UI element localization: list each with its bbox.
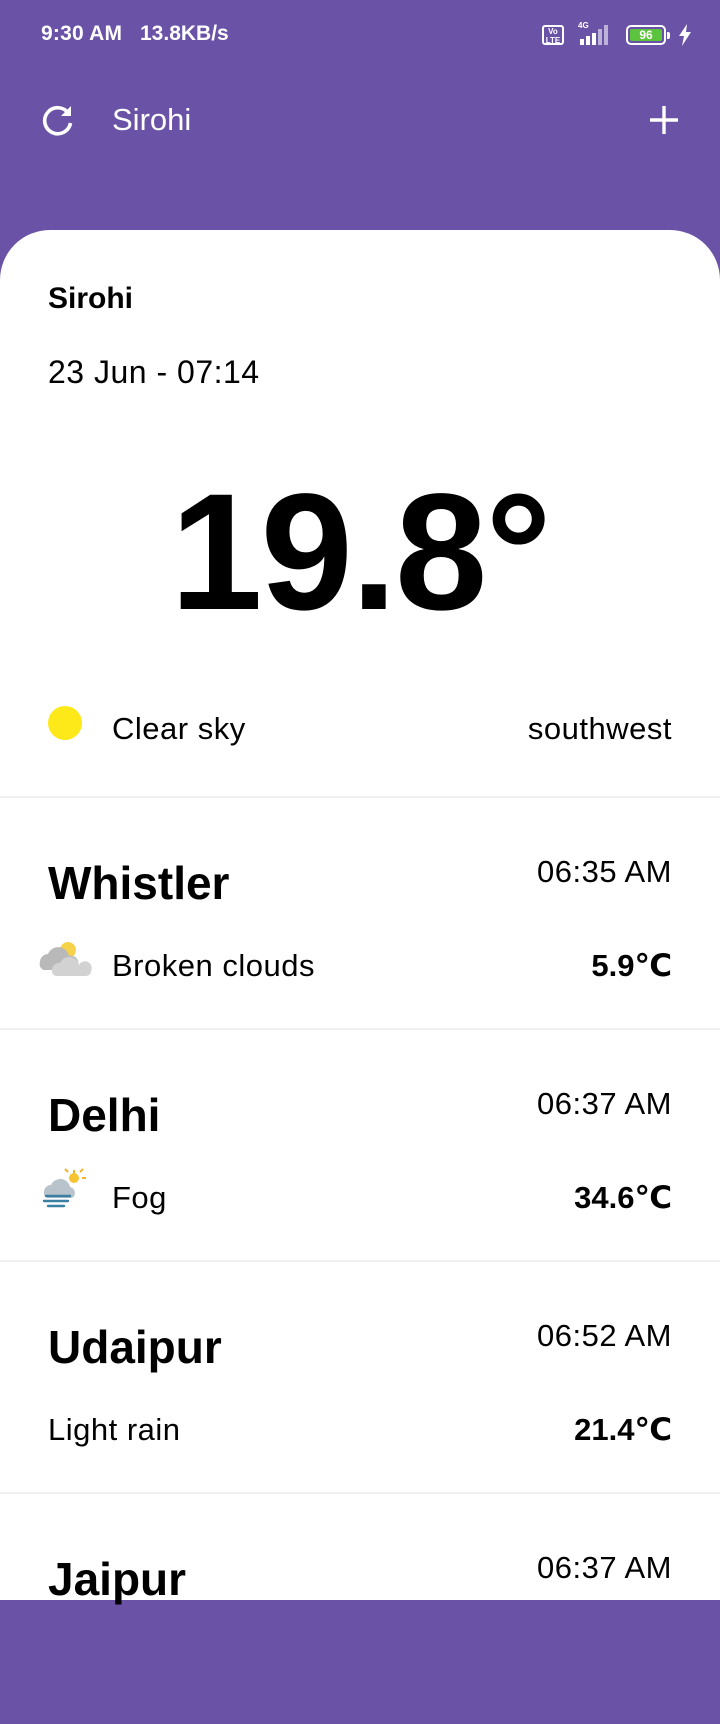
city-time: 06:35 AM [537, 854, 672, 889]
current-temperature: 19.8° [170, 460, 551, 645]
plus-icon [650, 106, 678, 134]
current-city: Sirohi [48, 282, 134, 315]
signal-icon: 4G [576, 21, 614, 47]
add-city-button[interactable] [636, 92, 692, 148]
battery-level: 96 [630, 29, 662, 41]
app-bar: Sirohi [0, 78, 720, 162]
refresh-button[interactable] [30, 92, 86, 148]
city-condition: Light rain [48, 1412, 181, 1447]
signal-bar [592, 33, 596, 45]
city-condition: Broken clouds [112, 948, 315, 983]
city-temperature: 34.6℃ [574, 1180, 672, 1215]
network-speed: 13.8KB/s [140, 22, 229, 45]
city-card-udaipur[interactable]: Udaipur 06:52 AM Light rain 21.4℃ [0, 1262, 720, 1492]
fog-icon [42, 1168, 86, 1208]
signal-bar [586, 36, 590, 45]
signal-bar [580, 39, 584, 45]
signal-bar [604, 25, 608, 45]
city-temperature: 5.9℃ [591, 948, 672, 983]
status-time: 9:30 AM [41, 22, 123, 45]
app-bar-title: Sirohi [112, 102, 192, 137]
broken-clouds-icon [39, 942, 92, 976]
city-name: Jaipur [48, 1553, 187, 1605]
city-name: Whistler [48, 857, 230, 909]
city-card-delhi[interactable]: Delhi 06:37 AM Fog 34.6℃ [0, 1030, 720, 1260]
city-card-jaipur[interactable]: Jaipur 06:37 AM [0, 1494, 720, 1724]
city-card-whistler[interactable]: Whistler 06:35 AM Broken clouds 5.9℃ [0, 798, 720, 1028]
weather-sheet: Sirohi 23 Jun - 07:14 19.8° Clear sky so… [0, 230, 720, 1605]
city-time: 06:37 AM [537, 1086, 672, 1121]
city-name: Udaipur [48, 1321, 222, 1373]
status-icons: Vo LTE 4G 96 [542, 21, 692, 48]
current-condition: Clear sky [112, 711, 246, 746]
status-bar: 9:30 AM 13.8KB/s Vo LTE 4G 96 [0, 0, 720, 70]
signal-bar [598, 29, 602, 45]
city-time: 06:37 AM [537, 1550, 672, 1585]
city-temperature: 21.4℃ [574, 1412, 672, 1447]
charging-icon [679, 24, 691, 46]
city-time: 06:52 AM [537, 1318, 672, 1353]
current-datetime: 23 Jun - 07:14 [48, 354, 260, 390]
current-weather-card[interactable]: Sirohi 23 Jun - 07:14 19.8° Clear sky so… [0, 230, 720, 796]
refresh-icon [42, 105, 73, 136]
battery-icon: 96 [626, 25, 670, 45]
sun-icon [48, 706, 82, 740]
city-condition: Fog [112, 1180, 167, 1215]
battery-tip [667, 32, 670, 39]
network-type: 4G [578, 21, 589, 30]
city-name: Delhi [48, 1089, 161, 1141]
wind-direction: southwest [527, 711, 672, 746]
volte-icon: Vo LTE [542, 25, 564, 45]
